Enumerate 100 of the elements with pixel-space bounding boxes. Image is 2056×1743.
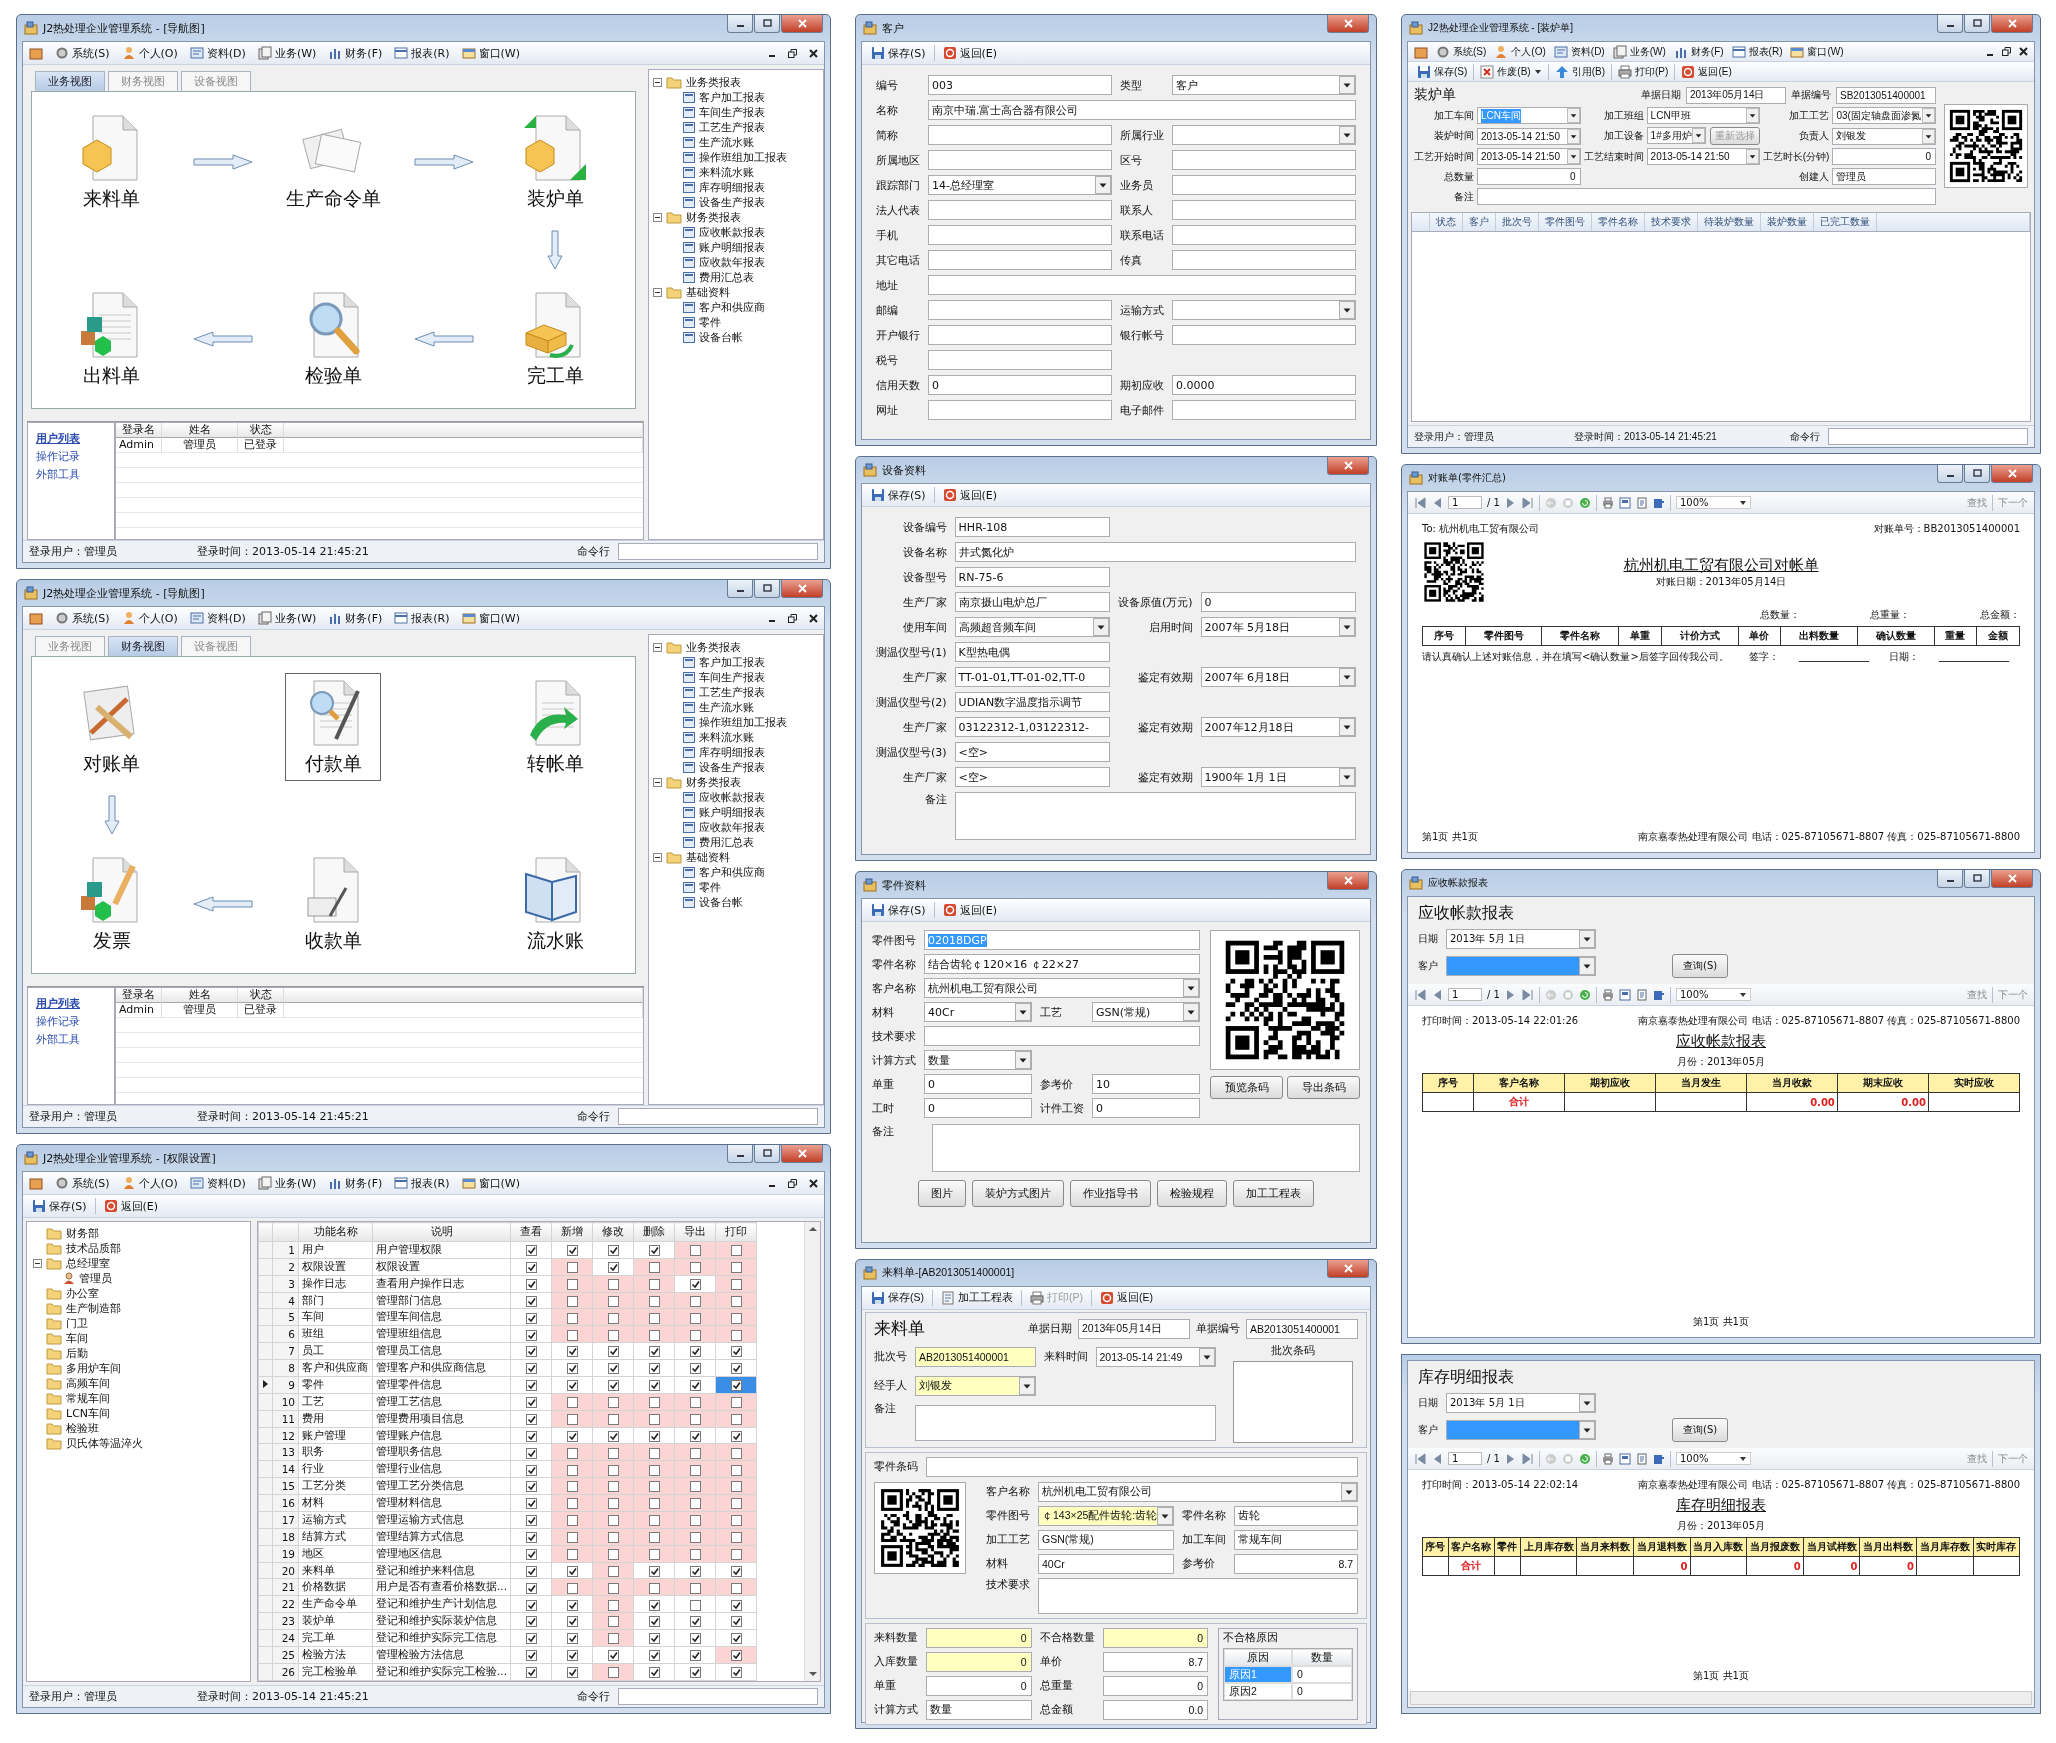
command-field[interactable]	[618, 1688, 818, 1705]
combo-box[interactable]: 1900年 1月 1日	[1200, 767, 1356, 787]
checkbox[interactable]	[607, 1397, 619, 1409]
checkbox[interactable]	[689, 1498, 701, 1510]
checkbox[interactable]	[566, 1312, 578, 1324]
close-icon[interactable]	[809, 1178, 818, 1188]
text-field[interactable]: 0	[1200, 592, 1356, 612]
checkbox[interactable]	[730, 1278, 742, 1290]
checkbox[interactable]	[566, 1599, 578, 1611]
checkbox[interactable]	[730, 1481, 742, 1493]
number-field[interactable]: 8.7	[1234, 1554, 1358, 1574]
checkbox[interactable]	[730, 1413, 742, 1425]
checkbox[interactable]	[730, 1430, 742, 1442]
minimize-button[interactable]	[1937, 15, 1963, 33]
tree-item[interactable]: 业务类报表	[686, 75, 741, 90]
collapse-icon[interactable]	[33, 1259, 42, 1268]
combo-box[interactable]: 刘银发	[915, 1375, 1036, 1396]
checkbox[interactable]	[730, 1397, 742, 1409]
checkbox[interactable]	[525, 1667, 537, 1679]
barcode-button[interactable]: 预览条码	[1210, 1076, 1283, 1099]
command-field[interactable]	[1828, 428, 2028, 445]
document-button[interactable]: 加工工程表	[1233, 1180, 1314, 1207]
number-field[interactable]: 0	[926, 1676, 1032, 1696]
tree-item[interactable]: 来料流水账	[699, 730, 754, 745]
side-link[interactable]: 外部工具	[36, 1032, 80, 1047]
checkbox[interactable]	[566, 1397, 578, 1409]
text-field[interactable]	[928, 400, 1112, 420]
checkbox[interactable]	[689, 1346, 701, 1358]
checkbox[interactable]	[730, 1599, 742, 1611]
tree-item[interactable]: 常规车间	[66, 1391, 110, 1406]
text-field[interactable]: GSN(常规)	[1038, 1530, 1175, 1550]
text-field[interactable]: TT-01-01,TT-01-02,TT-0	[954, 667, 1110, 687]
nav-button[interactable]: 生产命令单	[273, 107, 394, 216]
tree-item[interactable]: 费用汇总表	[699, 835, 754, 850]
restore-icon[interactable]	[2002, 47, 2011, 56]
collapse-icon[interactable]	[653, 643, 662, 652]
checkbox[interactable]	[730, 1582, 742, 1594]
combo-box[interactable]: 2013-05-14 21:50	[1646, 148, 1760, 165]
checkbox[interactable]	[730, 1329, 742, 1341]
close-button[interactable]	[1991, 870, 2033, 888]
menu-item[interactable]: 窗口(W)	[461, 1175, 520, 1191]
toolbar-button[interactable]: 加工工程表	[938, 1290, 1016, 1306]
checkbox[interactable]	[730, 1447, 742, 1459]
tree-item[interactable]: 客户加工报表	[699, 90, 765, 105]
tree-item[interactable]: 设备生产报表	[699, 760, 765, 775]
menu-item[interactable]: 业务(W)	[257, 610, 317, 626]
toolbar-button[interactable]: 保存(S)	[868, 1290, 927, 1306]
menu-item[interactable]: 报表(R)	[394, 610, 450, 626]
menu-item[interactable]: 窗口(W)	[1790, 44, 1844, 59]
checkbox[interactable]	[730, 1312, 742, 1324]
checkbox[interactable]	[689, 1565, 701, 1577]
checkbox[interactable]	[689, 1262, 701, 1274]
command-field[interactable]	[618, 1108, 818, 1125]
checkbox[interactable]	[689, 1312, 701, 1324]
menu-item[interactable]: 系统(S)	[55, 610, 110, 626]
checkbox[interactable]	[607, 1346, 619, 1358]
menu-item[interactable]: 资料(D)	[189, 1175, 246, 1191]
tree-item[interactable]: 应收帐款报表	[699, 225, 765, 240]
combo-box[interactable]: 40Cr	[924, 1002, 1032, 1022]
nav-button[interactable]: 来料单	[63, 107, 160, 216]
tree-item[interactable]: 车间生产报表	[699, 670, 765, 685]
tree-item[interactable]: 生产流水账	[699, 135, 754, 150]
nav-button[interactable]: 发票	[63, 849, 160, 958]
tree-item[interactable]: 操作班组加工报表	[699, 150, 787, 165]
combo-box[interactable]: 2007年 6月18日	[1200, 667, 1356, 687]
text-field[interactable]: 齿轮	[1234, 1506, 1358, 1526]
tree-item[interactable]: 操作班组加工报表	[699, 715, 787, 730]
tree-item[interactable]: 业务类报表	[686, 640, 741, 655]
checkbox[interactable]	[689, 1430, 701, 1442]
combo-box[interactable]: 2013-05-14 21:50	[1477, 148, 1581, 165]
checkbox[interactable]	[566, 1329, 578, 1341]
tree-item[interactable]: 库存明细报表	[699, 745, 765, 760]
checkbox[interactable]	[730, 1515, 742, 1527]
number-field[interactable]: 0	[926, 1628, 1032, 1648]
text-field[interactable]: 常规车间	[1234, 1530, 1358, 1550]
close-button[interactable]	[1327, 457, 1369, 475]
text-field[interactable]: K型热电偶	[954, 642, 1110, 662]
restore-icon[interactable]	[788, 613, 797, 623]
checkbox[interactable]	[566, 1498, 578, 1510]
checkbox[interactable]	[730, 1464, 742, 1476]
nav-button[interactable]: 出料单	[63, 284, 160, 393]
tree-item[interactable]: LCN车间	[66, 1406, 111, 1421]
checkbox[interactable]	[566, 1363, 578, 1375]
combo-box[interactable]: 2013年 5月 1日	[1446, 929, 1596, 949]
checkbox[interactable]	[566, 1346, 578, 1358]
text-field[interactable]: <空>	[954, 767, 1110, 787]
find-link[interactable]: 查找	[1967, 987, 1987, 1002]
checkbox[interactable]	[525, 1633, 537, 1645]
text-field[interactable]	[928, 325, 1112, 345]
checkbox[interactable]	[730, 1667, 742, 1679]
menu-item[interactable]: 个人(O)	[121, 610, 178, 626]
checkbox[interactable]	[730, 1616, 742, 1628]
close-button[interactable]	[1991, 15, 2033, 33]
checkbox[interactable]	[689, 1548, 701, 1560]
checkbox[interactable]	[689, 1363, 701, 1375]
collapse-icon[interactable]	[653, 213, 662, 222]
combo-box[interactable]: 2013-05-14 21:50	[1477, 127, 1581, 145]
checkbox[interactable]	[607, 1262, 619, 1274]
text-field[interactable]	[1172, 175, 1356, 195]
combo-box[interactable]: ￠143×25配件齿轮:齿轮	[1038, 1506, 1175, 1526]
